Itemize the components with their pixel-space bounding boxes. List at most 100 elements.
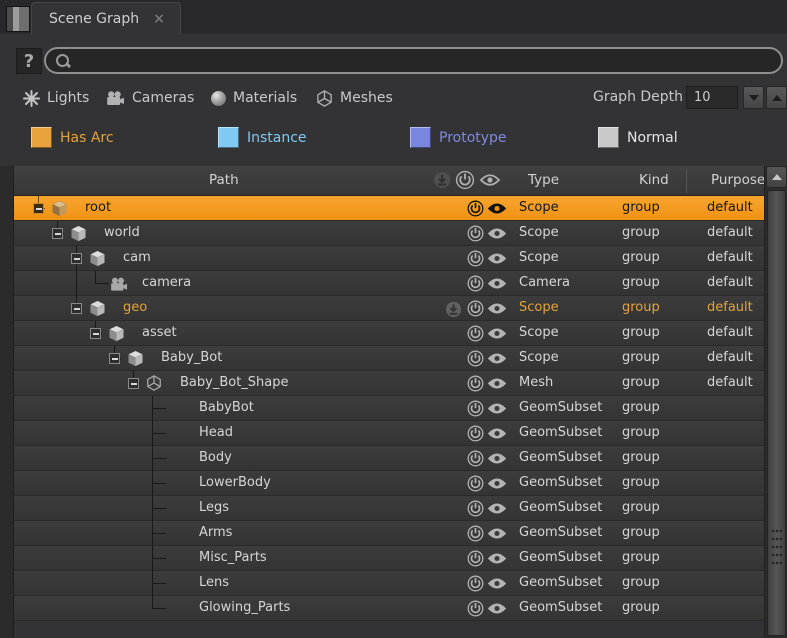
load-icon[interactable]	[432, 170, 452, 194]
power-icon[interactable]	[467, 375, 484, 396]
power-icon[interactable]	[467, 450, 484, 471]
eye-icon[interactable]	[487, 277, 507, 294]
cube-icon	[70, 225, 87, 246]
power-icon[interactable]	[467, 200, 484, 221]
tree-row[interactable]: camera Cameragroupdefault	[14, 271, 764, 296]
row-path-label: geo	[123, 300, 147, 315]
eye-icon[interactable]	[487, 552, 507, 569]
eye-icon[interactable]	[487, 202, 507, 219]
tree-row[interactable]: Glowing_Parts GeomSubsetgroup	[14, 596, 764, 621]
tab-close-icon[interactable]: ×	[153, 11, 165, 27]
graph-depth-label: Graph Depth	[593, 89, 683, 105]
type-cell: GeomSubset	[519, 575, 602, 590]
help-button[interactable]: ?	[16, 48, 42, 74]
power-icon[interactable]	[467, 300, 484, 321]
eye-icon[interactable]	[487, 477, 507, 494]
cube-icon	[108, 325, 125, 346]
tree-row[interactable]: Misc_Parts GeomSubsetgroup	[14, 546, 764, 571]
eye-icon[interactable]	[487, 352, 507, 369]
filter-cameras[interactable]: Cameras	[106, 87, 194, 109]
power-icon[interactable]	[467, 525, 484, 546]
row-path-label: root	[85, 200, 111, 215]
tree-row[interactable]: Lens GeomSubsetgroup	[14, 571, 764, 596]
vertical-scrollbar[interactable]	[764, 166, 787, 638]
expander-toggle[interactable]	[71, 303, 82, 314]
filter-materials-label: Materials	[233, 90, 297, 106]
load-icon[interactable]	[444, 300, 463, 323]
expander-toggle[interactable]	[128, 378, 139, 389]
filter-meshes[interactable]: Meshes	[316, 87, 393, 109]
type-cell: GeomSubset	[519, 425, 602, 440]
eye-icon[interactable]	[487, 527, 507, 544]
power-icon[interactable]	[467, 400, 484, 421]
kind-cell: group	[622, 500, 660, 515]
row-path-label: Baby_Bot	[161, 350, 222, 365]
type-cell: Scope	[519, 200, 559, 215]
tree-row[interactable]: Legs GeomSubsetgroup	[14, 496, 764, 521]
tree-row[interactable]: cam Scopegroupdefault	[14, 246, 764, 271]
eye-icon[interactable]	[487, 427, 507, 444]
tree-row[interactable]: Baby_Bot Scopegroupdefault	[14, 346, 764, 371]
column-header-kind[interactable]: Kind	[639, 172, 669, 188]
scrollbar-thumb[interactable]	[767, 190, 786, 636]
column-header-type[interactable]: Type	[528, 172, 559, 188]
column-header-purpose[interactable]: Purpose	[711, 172, 765, 188]
eye-icon[interactable]	[487, 327, 507, 344]
power-icon[interactable]	[467, 475, 484, 496]
eye-icon[interactable]	[479, 173, 501, 191]
tree-row[interactable]: world Scopegroupdefault	[14, 221, 764, 246]
eye-icon[interactable]	[487, 452, 507, 469]
eye-icon[interactable]	[487, 577, 507, 594]
kind-cell: group	[622, 400, 660, 415]
power-icon[interactable]	[467, 550, 484, 571]
materials-icon	[211, 91, 226, 106]
eye-icon[interactable]	[487, 602, 507, 619]
eye-icon[interactable]	[487, 252, 507, 269]
eye-icon[interactable]	[487, 302, 507, 319]
filter-materials[interactable]: Materials	[211, 87, 297, 109]
tree-row[interactable]: Body GeomSubsetgroup	[14, 446, 764, 471]
power-icon[interactable]	[467, 425, 484, 446]
expander-toggle[interactable]	[90, 328, 101, 339]
eye-icon[interactable]	[487, 227, 507, 244]
tree-row[interactable]: Baby_Bot_Shape Meshgroupdefault	[14, 371, 764, 396]
search-box[interactable]	[44, 47, 783, 74]
eye-icon[interactable]	[487, 377, 507, 394]
tree-row[interactable]: root Scopegroupdefault	[14, 196, 764, 221]
type-cell: GeomSubset	[519, 450, 602, 465]
power-icon[interactable]	[467, 275, 484, 296]
graph-depth-decrement-button[interactable]	[743, 86, 764, 109]
pane-layout-icon[interactable]	[6, 6, 30, 32]
tab-scene-graph[interactable]: Scene Graph ×	[31, 2, 181, 35]
filter-lights[interactable]: Lights	[23, 87, 89, 109]
type-cell: Scope	[519, 250, 559, 265]
tree-branch-line	[152, 583, 166, 584]
tree-row[interactable]: Arms GeomSubsetgroup	[14, 521, 764, 546]
power-icon[interactable]	[467, 350, 484, 371]
expander-toggle[interactable]	[33, 203, 44, 214]
graph-depth-increment-button[interactable]	[766, 86, 787, 109]
tree-row[interactable]: asset Scopegroupdefault	[14, 321, 764, 346]
tree-row[interactable]: geo Scopegroupdefault	[14, 296, 764, 321]
power-icon[interactable]	[455, 170, 475, 194]
tree-row[interactable]: BabyBot GeomSubsetgroup	[14, 396, 764, 421]
tree-row[interactable]: LowerBody GeomSubsetgroup	[14, 471, 764, 496]
power-icon[interactable]	[467, 500, 484, 521]
power-icon[interactable]	[467, 225, 484, 246]
expander-toggle[interactable]	[71, 253, 82, 264]
tree-branch-line	[152, 433, 166, 434]
tree-row[interactable]: Head GeomSubsetgroup	[14, 421, 764, 446]
scroll-up-button[interactable]	[766, 166, 787, 188]
power-icon[interactable]	[467, 250, 484, 271]
eye-icon[interactable]	[487, 402, 507, 419]
eye-icon[interactable]	[487, 502, 507, 519]
expander-toggle[interactable]	[109, 353, 120, 364]
expander-toggle[interactable]	[52, 228, 63, 239]
search-input[interactable]	[71, 53, 781, 68]
graph-depth-field[interactable]: 10	[686, 86, 738, 109]
power-icon[interactable]	[467, 325, 484, 346]
power-icon[interactable]	[467, 600, 484, 621]
column-header-path[interactable]: Path	[209, 172, 239, 188]
row-path-label: Head	[199, 425, 233, 440]
power-icon[interactable]	[467, 575, 484, 596]
